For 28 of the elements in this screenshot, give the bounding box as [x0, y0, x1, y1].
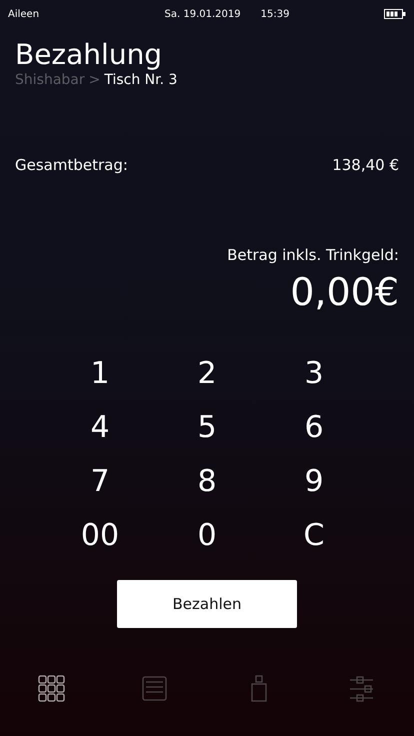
amount-value: 0,00€ — [290, 270, 399, 314]
battery-icon — [384, 9, 406, 19]
breadcrumb-separator: > — [88, 72, 100, 88]
page-title: Bezahlung — [15, 38, 164, 72]
keypad-key[interactable]: 0 — [154, 510, 260, 560]
status-time: 15:39 — [260, 8, 290, 20]
total-label: Gesamtbetrag: — [15, 156, 128, 174]
keypad-key[interactable]: 1 — [46, 348, 154, 398]
keypad-key[interactable]: 8 — [154, 456, 260, 506]
breadcrumb-link[interactable]: Tisch Nr. 3 — [104, 72, 178, 88]
keypad-key[interactable]: 3 — [260, 348, 368, 398]
list-icon — [142, 676, 168, 702]
bottle-icon — [250, 675, 267, 703]
keypad-key[interactable]: 7 — [46, 456, 154, 506]
keypad-key[interactable]: C — [260, 510, 368, 560]
keypad-key[interactable]: 9 — [260, 456, 368, 506]
keypad-key[interactable]: 4 — [46, 402, 154, 452]
keypad-key[interactable]: 6 — [260, 402, 368, 452]
keypad-key[interactable]: 00 — [46, 510, 154, 560]
pay-button[interactable]: Bezahlen — [117, 580, 297, 628]
sliders-icon — [349, 676, 376, 702]
grid-icon — [38, 675, 66, 703]
keypad-key[interactable]: 2 — [154, 348, 260, 398]
total-value: 138,40 € — [332, 156, 399, 174]
status-date: Sa. 19.01.2019 — [164, 8, 241, 20]
user-name: Aileen — [8, 8, 40, 20]
amount-label: Betrag inkls. Trinkgeld: — [227, 246, 399, 264]
keypad-key[interactable]: 5 — [154, 402, 260, 452]
